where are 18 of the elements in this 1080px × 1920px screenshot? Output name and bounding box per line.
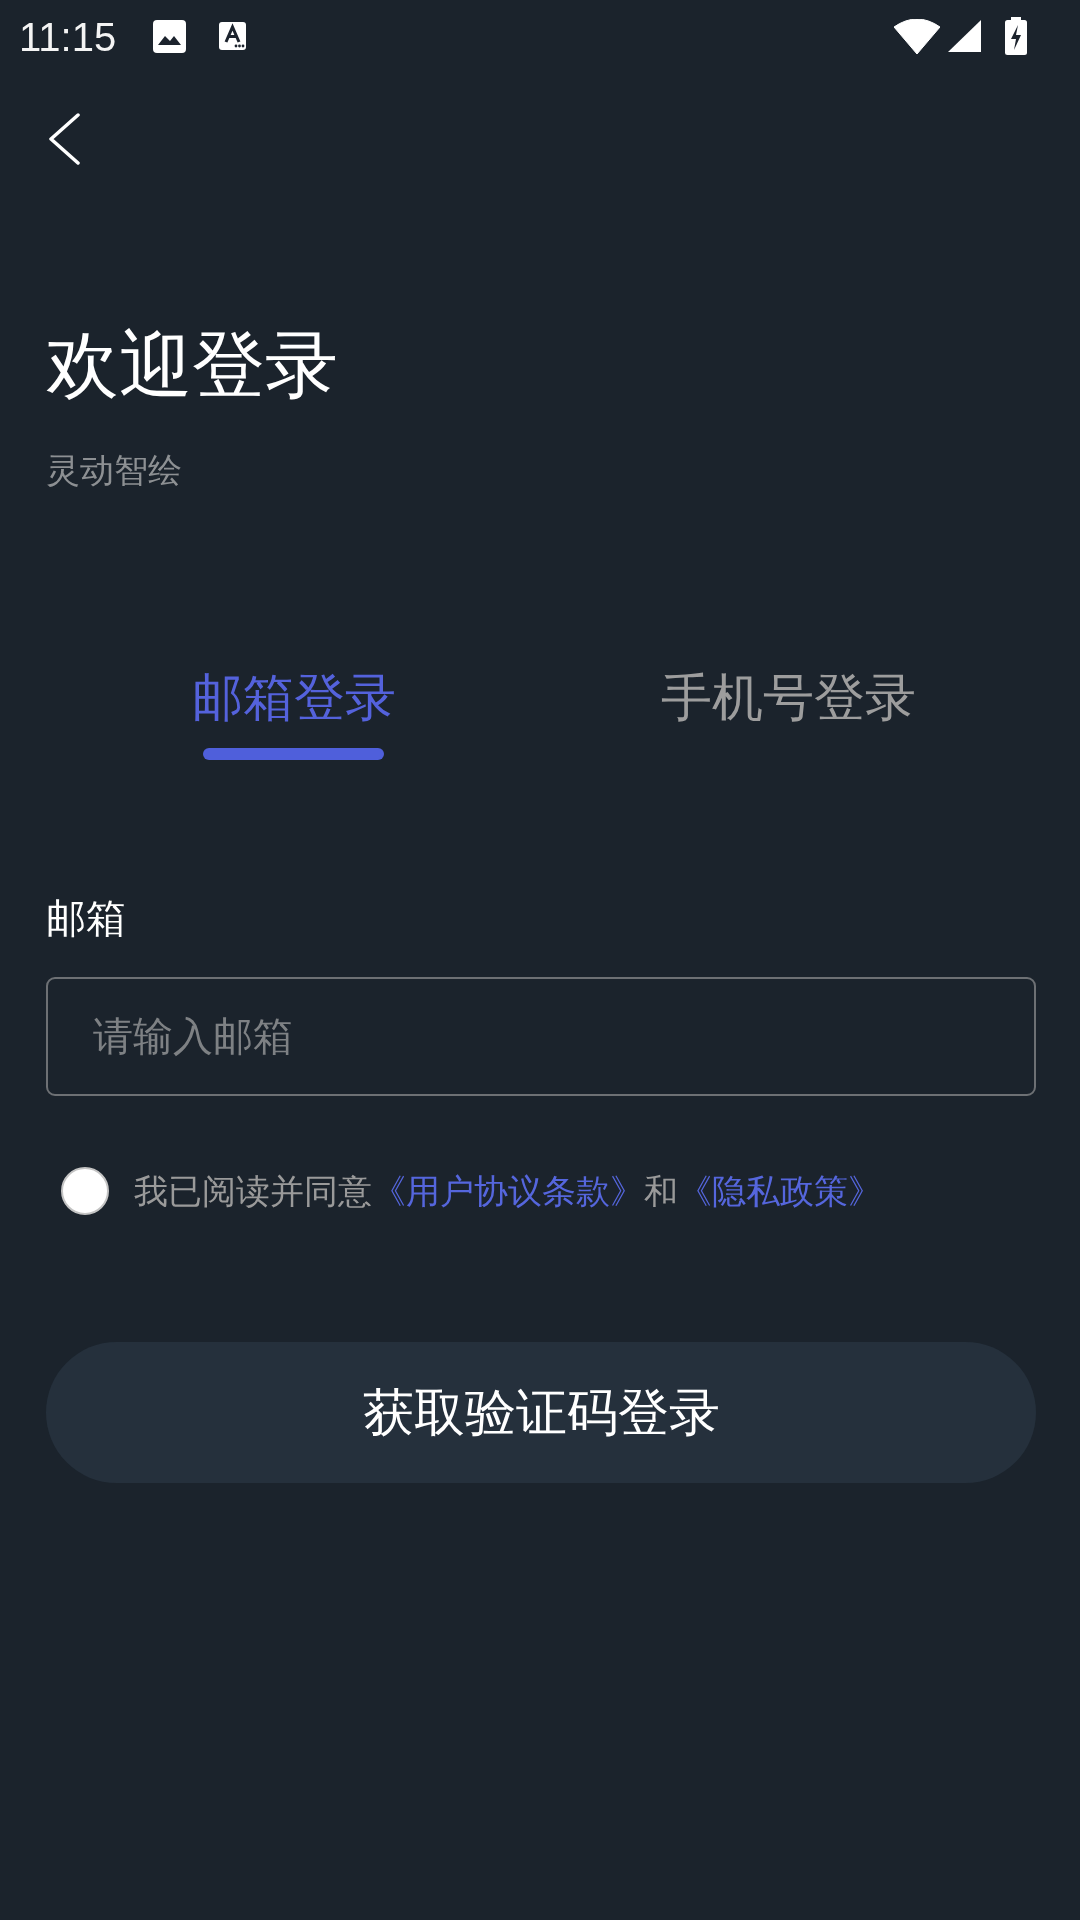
- battery-charging-icon: [1005, 17, 1027, 55]
- agreement-link[interactable]: 《用户协议条款》: [372, 1172, 644, 1210]
- chevron-left-icon: [49, 113, 80, 165]
- login-tab[interactable]: 邮箱登录: [191, 672, 396, 760]
- page-title: 欢迎登录: [46, 328, 338, 402]
- agreement-text: 我已阅读并同意《用户协议条款》和《隐私政策》: [134, 1171, 882, 1211]
- wifi-icon: [894, 18, 940, 54]
- agreement-link[interactable]: 《隐私政策》: [678, 1172, 882, 1210]
- status-time: 11:15: [19, 17, 117, 57]
- agree-checkbox[interactable]: [61, 1167, 109, 1215]
- get-code-login-button[interactable]: 获取验证码登录: [46, 1342, 1036, 1483]
- email-label: 邮箱: [46, 897, 126, 939]
- email-input-field[interactable]: 请输入邮箱: [46, 977, 1036, 1096]
- image-icon: [153, 19, 187, 53]
- signal-icon: [948, 20, 981, 52]
- letter-a-icon: [219, 22, 247, 50]
- app-subtitle: 灵动智绘: [46, 452, 182, 488]
- login-tab[interactable]: 手机号登录: [661, 672, 916, 724]
